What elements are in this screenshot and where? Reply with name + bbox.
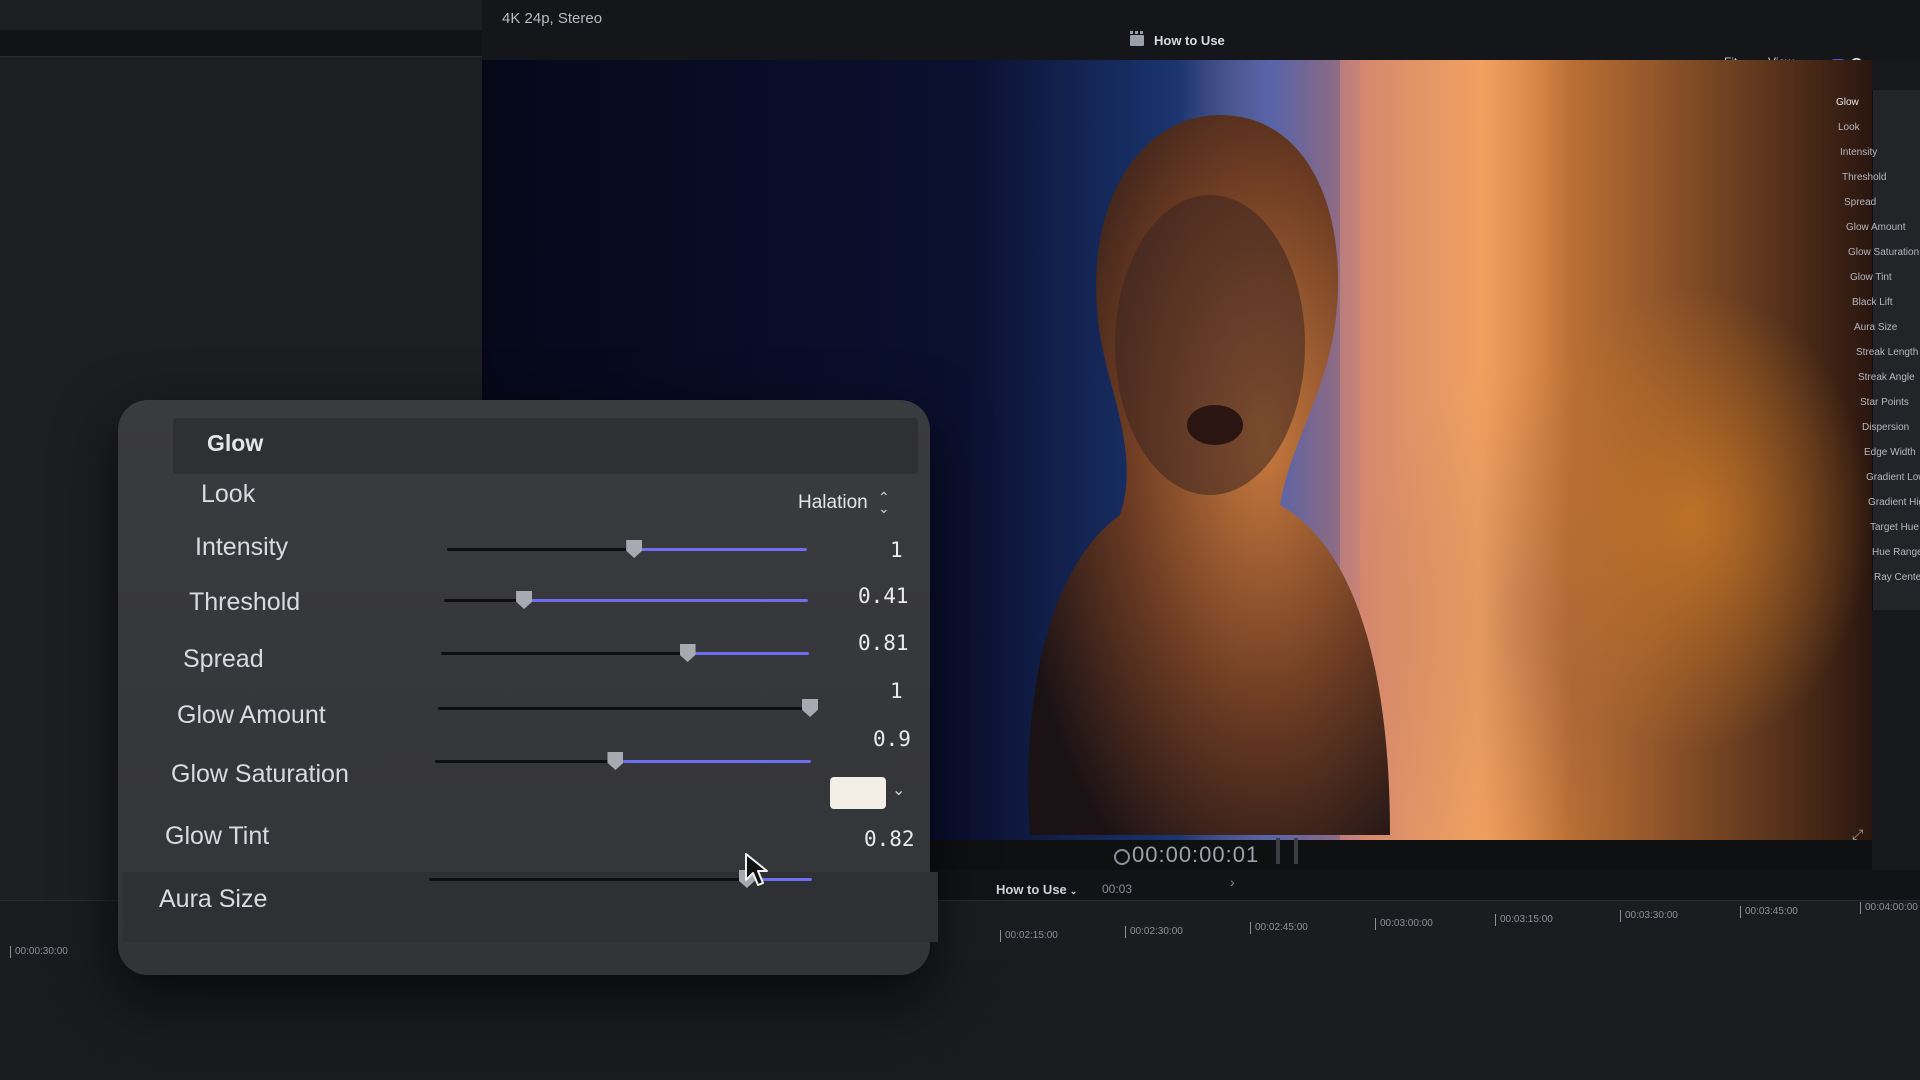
inspector-item-glow[interactable]: Glow — [1836, 97, 1859, 108]
ruler-tick-label: 00:03:15:00 — [1495, 914, 1553, 926]
intensity-label: Intensity — [195, 533, 289, 561]
ruler-tick-label: 00:04:00:00 — [1860, 902, 1918, 914]
timeline-project-menu[interactable]: How to Use ⌄ — [996, 882, 1077, 897]
inspector-item-glow-amount[interactable]: Glow Amount — [1846, 222, 1905, 233]
intensity-slider-fill — [634, 548, 807, 551]
timeline-project-name: How to Use — [996, 882, 1067, 897]
inspector-item-gradient-low[interactable]: Gradient Low — [1866, 472, 1920, 483]
format-label: 4K 24p, Stereo — [502, 10, 603, 27]
inspector-item-intensity[interactable]: Intensity — [1840, 147, 1877, 158]
glow-amount-label: Glow Amount — [177, 701, 326, 729]
inspector-item-edge-width[interactable]: Edge Width — [1864, 447, 1916, 458]
ruler-tick-label: 00:03:00:00 — [1375, 918, 1433, 930]
glow-saturation-value[interactable]: 0.9 — [873, 727, 911, 751]
spread-value[interactable]: 0.81 — [858, 631, 909, 655]
up-down-chevron-icon[interactable]: ⌃ ⌄ — [878, 490, 890, 515]
inspector-item-look[interactable]: Look — [1838, 122, 1860, 133]
inspector-item-black-lift[interactable]: Black Lift — [1852, 297, 1893, 308]
timeline-tracks[interactable] — [0, 960, 1920, 1080]
viewer-header — [482, 0, 1920, 60]
glow-saturation-label: Glow Saturation — [171, 760, 349, 788]
glow-title: Glow — [207, 430, 264, 456]
play-icon[interactable] — [1114, 849, 1130, 865]
glow-tint-swatch[interactable] — [830, 777, 886, 809]
glow-saturation-slider-fill — [615, 760, 811, 763]
inspector-item-ray-center[interactable]: Ray Center — [1874, 572, 1920, 583]
look-label: Look — [201, 480, 256, 508]
timecode-display[interactable]: 00:00:00:01 — [1132, 842, 1259, 868]
ruler-tick-label: 00:03:30:00 — [1620, 910, 1678, 922]
inspector-item-streak-length[interactable]: Streak Length — [1856, 347, 1918, 358]
look-popup[interactable]: Halation — [798, 492, 868, 514]
subject-figure — [1028, 115, 1390, 835]
chevron-down-icon: ⌄ — [1069, 886, 1078, 896]
threshold-value[interactable]: 0.41 — [858, 584, 909, 608]
inspector-item-gradient-high[interactable]: Gradient High — [1868, 497, 1920, 508]
glow-amount-slider[interactable] — [438, 707, 810, 710]
glow-amount-value[interactable]: 1 — [890, 679, 903, 703]
inspector-item-streak-angle[interactable]: Streak Angle — [1858, 372, 1915, 383]
chevron-right-icon[interactable]: › — [1230, 874, 1235, 890]
project-title: How to Use — [1130, 31, 1225, 48]
chevron-down-icon[interactable]: ⌄ — [892, 780, 905, 800]
clapper-icon — [1130, 31, 1144, 46]
ruler-tick-label: 00:02:30:00 — [1125, 926, 1183, 938]
inspector-item-star-points[interactable]: Star Points — [1860, 397, 1909, 408]
ruler-tick-label: 00:00:30:00 — [10, 946, 68, 958]
inspector-item-hue-range[interactable]: Hue Range — [1872, 547, 1920, 558]
viewer-controls — [930, 840, 1872, 870]
pause-icon[interactable] — [1276, 838, 1298, 864]
fullscreen-icon[interactable]: ⤢ — [1852, 826, 1863, 843]
intensity-value[interactable]: 1 — [890, 538, 903, 562]
spread-label: Spread — [183, 645, 264, 673]
timeline-duration: 00:03 — [1102, 882, 1133, 896]
project-title-text: How to Use — [1154, 33, 1225, 48]
aura-size-label: Aura Size — [159, 885, 268, 913]
inspector-item-dispersion[interactable]: Dispersion — [1862, 422, 1909, 433]
inspector-item-glow-tint[interactable]: Glow Tint — [1850, 272, 1892, 283]
spread-slider-fill — [687, 652, 809, 655]
inspector-item-threshold[interactable]: Threshold — [1842, 172, 1886, 183]
ruler-tick-label: 00:03:45:00 — [1740, 906, 1798, 918]
ruler-tick-label: 00:02:45:00 — [1250, 922, 1308, 934]
aura-size-value[interactable]: 0.82 — [864, 827, 915, 851]
inspector-item-aura-size[interactable]: Aura Size — [1854, 322, 1897, 333]
glow-title-row — [173, 418, 918, 474]
inspector-item-glow-saturation[interactable]: Glow Saturation — [1848, 247, 1919, 258]
mouse-cursor-icon — [745, 853, 768, 886]
timeline-header — [930, 870, 1920, 900]
inspector-item-spread[interactable]: Spread — [1844, 197, 1876, 208]
glow-tint-label: Glow Tint — [165, 822, 270, 850]
browser-toolbar — [0, 30, 482, 57]
ruler-tick-label: 00:02:15:00 — [1000, 930, 1058, 942]
inspector-item-target-hue[interactable]: Target Hue — [1870, 522, 1919, 533]
threshold-slider-fill — [524, 599, 808, 602]
threshold-label: Threshold — [189, 588, 301, 616]
